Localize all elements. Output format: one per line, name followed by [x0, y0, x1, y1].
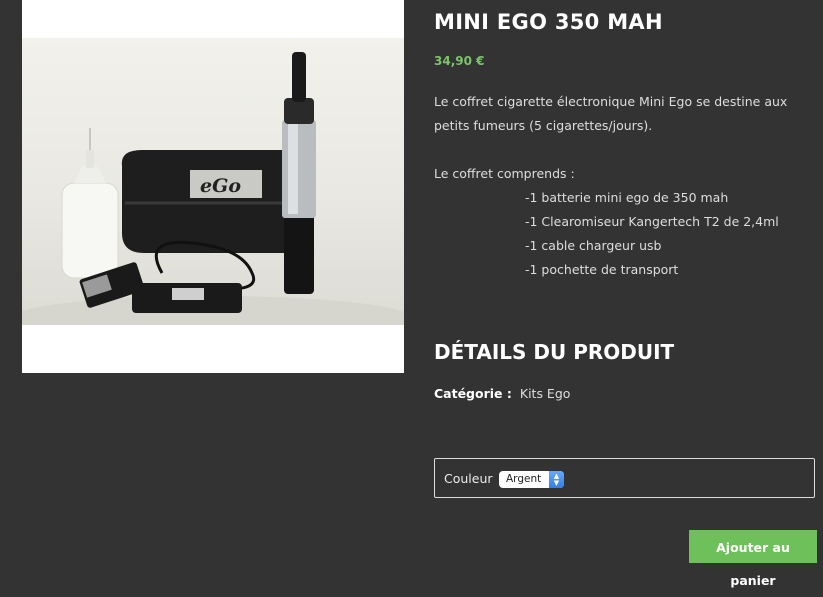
select-arrows-icon: ▲ ▼ [549, 471, 564, 488]
list-item: -1 cable chargeur usb [525, 238, 662, 253]
details-heading: DÉTAILS DU PRODUIT [434, 340, 675, 364]
product-image[interactable]: eGo [22, 38, 404, 325]
color-select-value: Argent [506, 473, 542, 485]
contents-list: -1 batterie mini ego de 350 mah -1 Clear… [434, 186, 814, 282]
product-description: Le coffret cigarette électronique Mini E… [434, 90, 814, 282]
product-title: MINI EGO 350 MAH [434, 10, 663, 34]
category-label: Catégorie : [434, 386, 512, 401]
contents-intro: Le coffret comprends : [434, 166, 575, 181]
ecigarette-illustration [282, 52, 316, 294]
variant-label: Couleur [444, 471, 493, 486]
description-text: Le coffret cigarette électronique Mini E… [434, 94, 788, 133]
list-item: -1 batterie mini ego de 350 mah [525, 190, 729, 205]
product-photo-illustration: eGo [22, 52, 404, 325]
bottle-illustration [61, 128, 119, 279]
svg-text:eGo: eGo [200, 175, 241, 197]
product-image-frame: eGo [22, 0, 404, 373]
color-select[interactable]: Argent ▲ ▼ [499, 471, 564, 488]
product-price: 34,90 € [434, 54, 485, 68]
variant-selector-box: Couleur Argent ▲ ▼ [434, 458, 815, 498]
list-item: -1 Clearomiseur Kangertech T2 de 2,4ml [525, 214, 779, 229]
list-item: -1 pochette de transport [525, 262, 679, 277]
category-link[interactable]: Kits Ego [520, 386, 571, 401]
add-to-cart-button[interactable]: Ajouter au panier [689, 530, 817, 588]
category-row: Catégorie : Kits Ego [434, 386, 570, 401]
